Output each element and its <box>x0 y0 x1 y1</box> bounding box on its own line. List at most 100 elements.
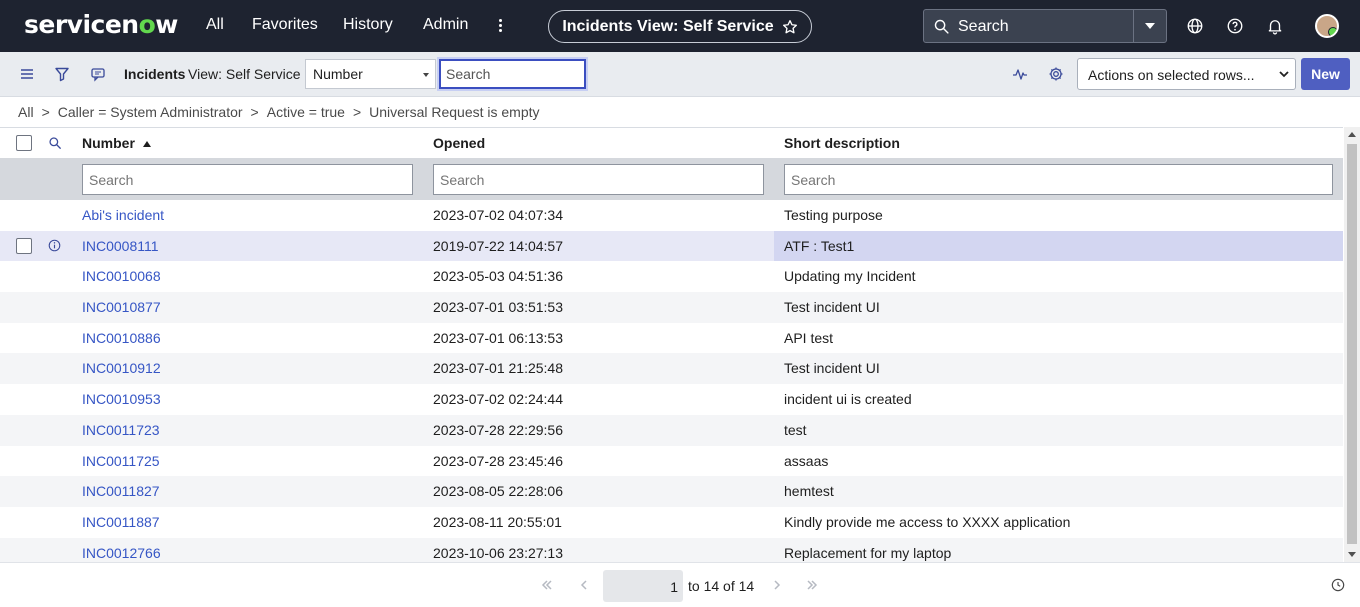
table-row[interactable]: INC0010068 2023-05-03 04:51:36 Updating … <box>0 261 1343 292</box>
table-row[interactable]: INC0011887 2023-08-11 20:55:01 Kindly pr… <box>0 507 1343 538</box>
top-nav: servicenow All Favorites History Admin I… <box>0 0 1360 52</box>
breadcrumb-caller[interactable]: Caller = System Administrator <box>58 104 243 120</box>
next-page-icon[interactable] <box>770 578 784 592</box>
page-number-input[interactable]: 1 <box>603 570 683 602</box>
incident-number-link[interactable]: INC0011827 <box>82 483 160 499</box>
bell-icon[interactable] <box>1266 17 1284 35</box>
previous-page-icon[interactable] <box>577 578 591 592</box>
new-button-label: New <box>1311 66 1340 82</box>
opened-cell: 2023-07-02 02:24:44 <box>433 391 563 408</box>
opened-cell: 2023-07-01 21:25:48 <box>433 360 563 377</box>
short-description-cell: incident ui is created <box>784 391 912 408</box>
incident-number-link[interactable]: INC0011723 <box>82 422 160 438</box>
hamburger-menu-icon[interactable] <box>19 66 35 82</box>
table-row[interactable]: Abi's incident 2023-07-02 04:07:34 Testi… <box>0 200 1343 231</box>
info-icon[interactable] <box>48 239 61 252</box>
help-icon[interactable] <box>1226 17 1244 35</box>
incident-number-link[interactable]: INC0010912 <box>82 360 161 376</box>
filter-icon[interactable] <box>54 66 70 82</box>
short-description-cell: Replacement for my laptop <box>784 544 952 561</box>
first-page-icon[interactable] <box>540 578 554 592</box>
opened-filter-input[interactable] <box>433 164 764 195</box>
last-page-icon[interactable] <box>805 578 819 592</box>
incident-table: Number Opened Short description Abi's in… <box>0 127 1343 569</box>
list-title[interactable]: Incidents <box>124 66 185 82</box>
column-header-short-description[interactable]: Short description <box>784 135 900 151</box>
short-description-cell: Test incident UI <box>784 360 880 377</box>
incident-number-link[interactable]: INC0012766 <box>82 545 161 561</box>
select-all-checkbox[interactable] <box>16 135 32 151</box>
incident-number-link[interactable]: INC0011725 <box>82 453 160 469</box>
gear-icon[interactable] <box>1048 66 1064 82</box>
scrollbar-thumb[interactable] <box>1347 144 1357 544</box>
opened-cell: 2023-07-01 03:51:53 <box>433 299 563 316</box>
caret-down-icon <box>1145 23 1155 29</box>
new-button[interactable]: New <box>1301 58 1350 90</box>
table-row[interactable]: INC0010886 2023-07-01 06:13:53 API test <box>0 323 1343 354</box>
opened-cell: 2023-07-28 22:29:56 <box>433 421 563 438</box>
search-field-select[interactable]: Number <box>305 59 436 89</box>
scroll-up-arrow-icon[interactable] <box>1348 132 1356 137</box>
star-icon[interactable] <box>782 19 798 35</box>
nav-all[interactable]: All <box>206 16 224 34</box>
vertical-scrollbar[interactable] <box>1344 127 1360 562</box>
breadcrumb-universal-request[interactable]: Universal Request is empty <box>369 104 539 120</box>
table-row[interactable]: INC0011725 2023-07-28 23:45:46 assaas <box>0 446 1343 477</box>
sort-ascending-icon <box>142 141 151 147</box>
table-row[interactable]: INC0011723 2023-07-28 22:29:56 test <box>0 414 1343 446</box>
incident-number-link[interactable]: INC0008111 <box>82 238 159 254</box>
short-description-filter-input[interactable] <box>784 164 1333 195</box>
list-search-input[interactable]: Search <box>439 59 586 89</box>
page-number-value: 1 <box>670 579 678 595</box>
search-scope-dropdown[interactable] <box>1133 10 1166 42</box>
globe-icon[interactable] <box>1186 17 1204 35</box>
search-field-value: Number <box>313 66 363 82</box>
context-title: Incidents View: Self Service <box>562 17 774 35</box>
more-menu-icon[interactable] <box>496 17 504 35</box>
incident-number-link[interactable]: INC0010877 <box>82 299 161 315</box>
nav-history[interactable]: History <box>343 16 393 34</box>
table-row[interactable]: INC0010953 2023-07-02 02:24:44 incident … <box>0 384 1343 415</box>
incident-number-link[interactable]: INC0010953 <box>82 391 161 407</box>
user-avatar[interactable] <box>1315 14 1339 38</box>
cell-highlight <box>774 230 1343 262</box>
activity-pulse-icon[interactable] <box>1012 66 1028 82</box>
breadcrumb-separator: > <box>41 104 50 120</box>
nav-favorites[interactable]: Favorites <box>252 16 318 34</box>
actions-select[interactable]: Actions on selected rows... <box>1077 58 1296 90</box>
table-row[interactable]: INC0010877 2023-07-01 03:51:53 Test inci… <box>0 292 1343 323</box>
logo-text-post: w <box>155 10 178 39</box>
short-description-cell: Test incident UI <box>784 299 880 316</box>
table-header-row: Number Opened Short description <box>0 128 1343 158</box>
column-header-opened[interactable]: Opened <box>433 135 485 151</box>
table-row[interactable]: INC0008111 2019-07-22 14:04:57 ATF : Tes… <box>0 230 1343 262</box>
row-checkbox[interactable] <box>16 237 32 254</box>
pagination-footer: 1 to 14 of 14 <box>0 562 1360 607</box>
opened-cell: 2023-07-28 23:45:46 <box>433 452 563 469</box>
global-search[interactable]: Search <box>923 9 1167 43</box>
column-header-number-label: Number <box>82 135 135 151</box>
servicenow-logo[interactable]: servicenow <box>24 10 178 39</box>
context-title-pill[interactable]: Incidents View: Self Service <box>548 10 812 43</box>
incident-number-link[interactable]: INC0011887 <box>82 514 160 530</box>
logo-text-o: o <box>138 10 156 39</box>
table-row[interactable]: INC0010912 2023-07-01 21:25:48 Test inci… <box>0 353 1343 385</box>
search-icon[interactable] <box>48 136 62 150</box>
incident-number-link[interactable]: INC0010068 <box>82 268 161 284</box>
breadcrumb-active[interactable]: Active = true <box>267 104 345 120</box>
column-header-number[interactable]: Number <box>82 135 152 151</box>
opened-cell: 2023-08-05 22:28:06 <box>433 483 563 500</box>
actions-select-value: Actions on selected rows... <box>1088 67 1255 83</box>
scroll-down-arrow-icon[interactable] <box>1348 552 1356 557</box>
short-description-cell: hemtest <box>784 483 834 500</box>
number-filter-input[interactable] <box>82 164 413 195</box>
breadcrumb-all[interactable]: All <box>18 104 34 120</box>
incident-number-link[interactable]: INC0010886 <box>82 330 161 346</box>
opened-cell: 2023-07-02 04:07:34 <box>433 207 563 223</box>
search-icon <box>934 19 949 34</box>
clock-icon[interactable] <box>1331 578 1345 592</box>
comment-icon[interactable] <box>90 66 106 82</box>
incident-number-link[interactable]: Abi's incident <box>82 207 164 223</box>
table-row[interactable]: INC0011827 2023-08-05 22:28:06 hemtest <box>0 476 1343 507</box>
nav-admin[interactable]: Admin <box>423 16 468 34</box>
